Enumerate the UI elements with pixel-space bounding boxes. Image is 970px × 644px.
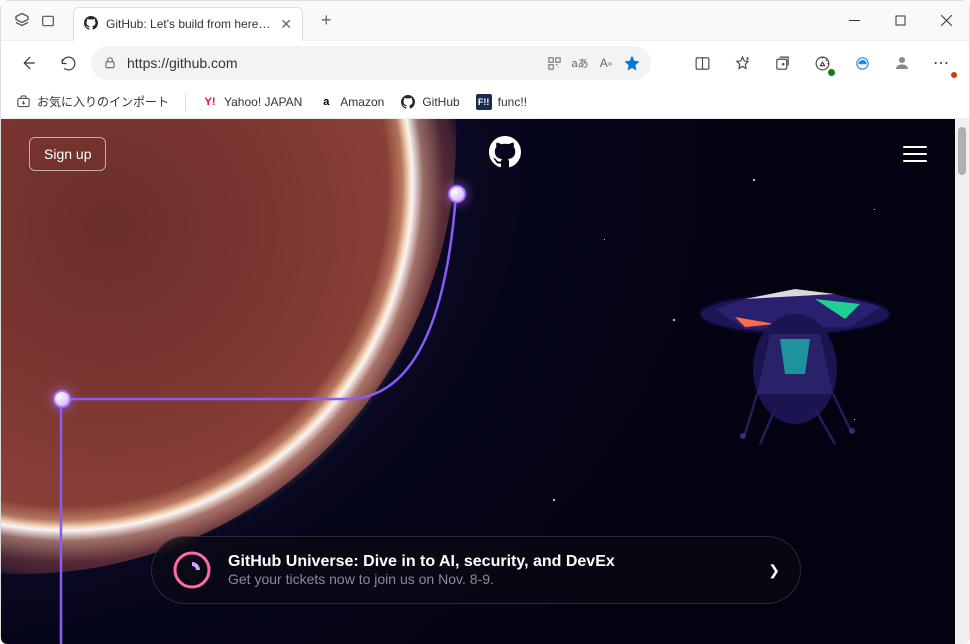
bookmark-label: Yahoo! JAPAN	[224, 95, 302, 109]
bookmark-func[interactable]: F!! func!!	[476, 94, 527, 110]
drone-illustration	[685, 279, 905, 459]
bookmark-label: Amazon	[340, 95, 384, 109]
planet-rim-illustration	[1, 119, 471, 589]
new-tab-button[interactable]: +	[321, 10, 332, 31]
site-info-icon[interactable]	[101, 54, 119, 72]
window-titlebar: GitHub: Let's build from here · Gi ✕ +	[1, 1, 969, 41]
ie-mode-icon[interactable]	[845, 46, 879, 80]
bookmark-github[interactable]: GitHub	[400, 94, 459, 110]
back-button[interactable]	[11, 46, 45, 80]
universe-logo-icon	[172, 550, 212, 590]
favorites-icon[interactable]	[725, 46, 759, 80]
refresh-button[interactable]	[51, 46, 85, 80]
browser-tab[interactable]: GitHub: Let's build from here · Gi ✕	[73, 7, 303, 41]
chevron-right-icon: ❯	[768, 562, 780, 579]
reading-mode-icon[interactable]: A»	[597, 54, 615, 72]
collections-icon[interactable]	[765, 46, 799, 80]
maximize-button[interactable]	[877, 1, 923, 41]
divider	[185, 93, 186, 111]
yahoo-favicon-icon: Y!	[202, 94, 218, 110]
translate-icon[interactable]: aあ	[571, 54, 589, 72]
bookmark-label: GitHub	[422, 95, 459, 109]
viewport: Sign up GitHub Universe: Dive in to AI, …	[1, 119, 969, 644]
bookmark-label: func!!	[498, 95, 527, 109]
scroll-thumb[interactable]	[958, 127, 966, 175]
menu-button[interactable]: ⋯	[925, 46, 959, 80]
import-icon	[15, 94, 31, 110]
import-favorites-button[interactable]: お気に入りのインポート	[15, 93, 169, 110]
url-input[interactable]	[127, 55, 537, 71]
bookmark-yahoo[interactable]: Y! Yahoo! JAPAN	[202, 94, 302, 110]
callout-title: GitHub Universe: Dive in to AI, security…	[228, 553, 752, 571]
signup-button[interactable]: Sign up	[29, 137, 106, 171]
close-window-button[interactable]	[923, 1, 969, 41]
callout-subtitle: Get your tickets now to join us on Nov. …	[228, 571, 752, 587]
func-favicon-icon: F!!	[476, 94, 492, 110]
star-decoration	[604, 239, 605, 240]
github-logo-icon[interactable]	[489, 136, 521, 173]
browser-toolbar: aあ A» ⋯	[1, 41, 969, 85]
bookmark-amazon[interactable]: a Amazon	[318, 94, 384, 110]
tab-actions-icon[interactable]	[39, 12, 57, 30]
vertical-scrollbar[interactable]	[955, 119, 969, 644]
tab-title: GitHub: Let's build from here · Gi	[106, 17, 272, 31]
page-content: Sign up GitHub Universe: Dive in to AI, …	[1, 119, 955, 644]
performance-icon[interactable]	[805, 46, 839, 80]
bookmark-label: お気に入りのインポート	[37, 93, 169, 110]
split-screen-icon[interactable]	[685, 46, 719, 80]
github-favicon-icon	[84, 16, 98, 33]
bookmarks-bar: お気に入りのインポート Y! Yahoo! JAPAN a Amazon Git…	[1, 85, 969, 119]
star-decoration	[673, 319, 675, 321]
star-decoration	[874, 209, 875, 210]
star-decoration	[553, 499, 555, 501]
address-bar[interactable]: aあ A»	[91, 46, 651, 80]
github-favicon-icon	[400, 94, 416, 110]
tab-close-icon[interactable]: ✕	[280, 16, 292, 33]
qr-icon[interactable]	[545, 54, 563, 72]
page-header: Sign up	[1, 119, 955, 189]
profile-icon[interactable]	[885, 46, 919, 80]
workspaces-icon[interactable]	[13, 12, 31, 30]
favorite-star-icon[interactable]	[623, 54, 641, 72]
amazon-favicon-icon: a	[318, 94, 334, 110]
hamburger-menu-icon[interactable]	[903, 146, 927, 162]
minimize-button[interactable]	[831, 1, 877, 41]
node-marker	[53, 390, 71, 408]
announcement-callout[interactable]: GitHub Universe: Dive in to AI, security…	[151, 536, 801, 604]
